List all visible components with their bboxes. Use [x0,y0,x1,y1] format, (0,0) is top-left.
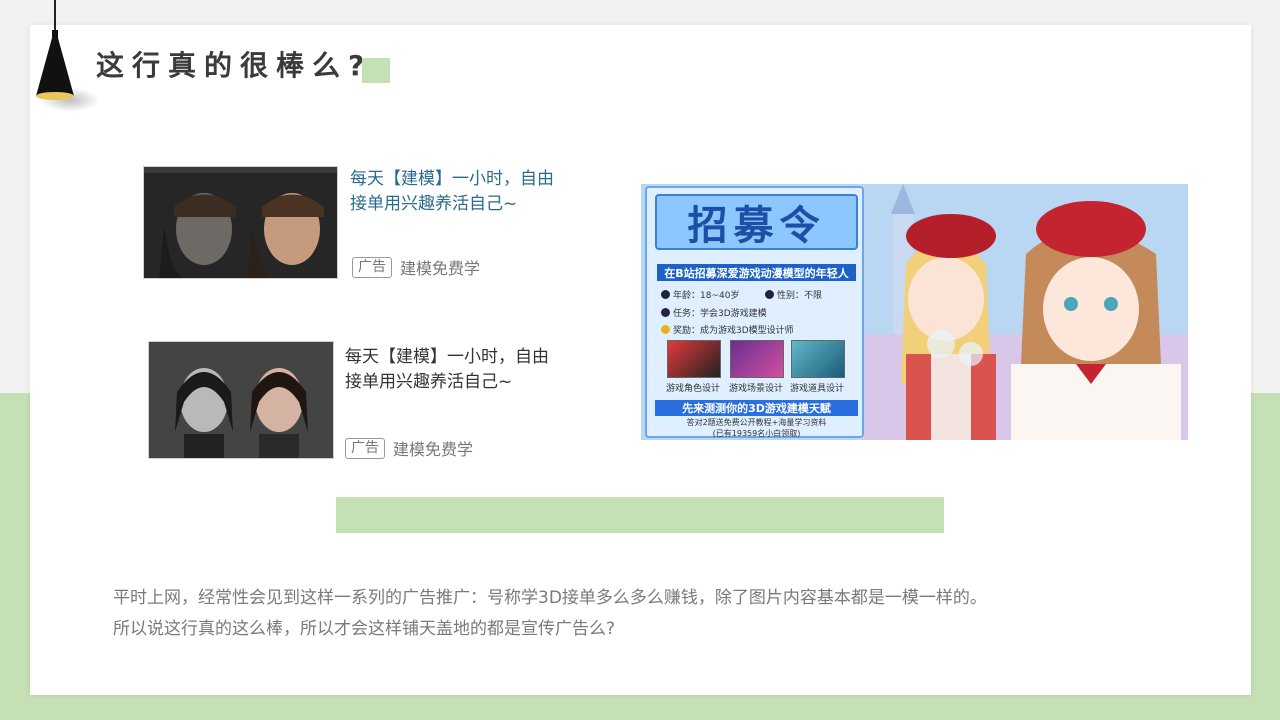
body-line-2: 所以说这行真的这么棒，所以才会这样铺天盖地的都是宣传广告么? [113,619,616,639]
page-title: 这行真的很棒么? [96,49,373,82]
thumb-label-prop: 游戏道具设计 [789,384,844,394]
banner-reward-text: 奖励：成为游戏3D模型设计师 [673,326,794,336]
banner-reward: 奖励：成为游戏3D模型设计师 [661,323,794,336]
title-accent-block [362,58,390,83]
bullet-icon [661,308,670,317]
ad-advertiser[interactable]: 建模免费学 [393,436,473,460]
ad-thumbnail-1[interactable] [143,166,338,279]
recruitment-banner[interactable]: 招募令 在B站招募深爱游戏动漫模型的年轻人 年龄：18~40岁 性别：不限 任务… [641,184,1188,440]
character-render-image [144,167,337,278]
ad-headline-1-line1: 每天【建模】一小时，自由 [350,169,554,189]
body-line-1: 平时上网，经常性会见到这样一系列的广告推广：号称学3D接单多么多么赚钱，除了图片… [113,588,987,608]
accent-bar [336,497,944,533]
banner-title: 招募令 [655,194,858,250]
thumb-label-scene: 游戏场景设计 [728,384,783,394]
thumb-label-character: 游戏角色设计 [665,384,720,394]
banner-subhead: 在B站招募深爱游戏动漫模型的年轻人 [657,264,856,281]
ad-headline-1[interactable]: 每天【建模】一小时，自由 接单用兴趣养活自己~ [350,167,554,217]
bullet-icon [661,290,670,299]
banner-gender-text: 性别：不限 [777,291,823,301]
character-render-image [149,342,333,458]
character-design-thumb [667,340,721,378]
ad-thumbnail-2[interactable] [148,341,334,459]
ad-headline-1-line2: 接单用兴趣养活自己~ [350,194,518,214]
bullet-icon [661,325,670,334]
banner-cta-button[interactable]: 先来测测你的3D游戏建模天赋 [655,400,858,416]
ad-advertiser[interactable]: 建模免费学 [400,255,480,279]
prop-design-thumb [791,340,845,378]
ad-label-1: 广告 建模免费学 [352,255,480,279]
banner-age: 年龄：18~40岁 [661,288,739,301]
banner-age-text: 年龄：18~40岁 [673,291,740,301]
banner-footer-line2: (已有19359名小白领取) [712,429,801,438]
banner-task-text: 任务：学会3D游戏建模 [673,309,767,319]
banner-info-panel: 招募令 在B站招募深爱游戏动漫模型的年轻人 年龄：18~40岁 性别：不限 任务… [645,186,864,438]
ad-headline-2-line2: 接单用兴趣养活自己~ [345,372,513,392]
ad-tag-badge: 广告 [352,256,392,278]
ad-headline-2-line1: 每天【建模】一小时，自由 [345,347,549,367]
ad-tag-badge: 广告 [345,437,385,459]
ad-label-2: 广告 建模免费学 [345,436,473,460]
body-paragraph: 平时上网，经常性会见到这样一系列的广告推广：号称学3D接单多么多么赚钱，除了图片… [113,583,1113,645]
ad-headline-2[interactable]: 每天【建模】一小时，自由 接单用兴趣养活自己~ [345,345,549,395]
bullet-icon [765,290,774,299]
banner-task: 任务：学会3D游戏建模 [661,306,767,319]
banner-footer-line1: 答对2题送免费公开教程+海量学习资料 [686,418,827,427]
lamp-icon [36,0,100,112]
banner-gender: 性别：不限 [765,288,822,301]
scene-design-thumb [730,340,784,378]
